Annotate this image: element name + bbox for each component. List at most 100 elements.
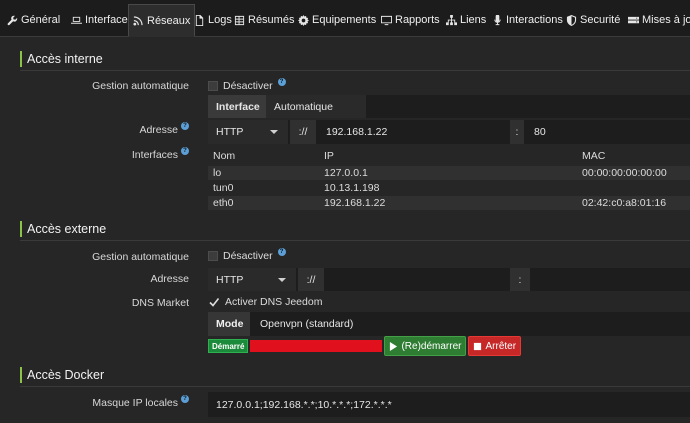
tab-label: Général: [21, 14, 61, 26]
ip-mask-label: Masque IP locales ?: [92, 395, 189, 409]
button-label: (Re)démarrer: [401, 340, 462, 352]
tab-links[interactable]: Liens: [443, 5, 489, 35]
cell-name: lo: [213, 167, 222, 179]
interfaces-table-header: Nom IP MAC: [208, 146, 690, 166]
column-header-ip: IP: [324, 150, 334, 162]
tab-networks[interactable]: Réseaux: [128, 4, 196, 37]
checkbox-box[interactable]: [208, 251, 218, 261]
server-icon: [628, 16, 639, 23]
ip-mask-row: 127.0.0.1;192.168.*.*;10.*.*.*;172.*.*.*: [208, 392, 690, 417]
tab-equipments[interactable]: Equipements: [295, 5, 379, 35]
column-header-name: Nom: [213, 150, 236, 162]
redacted-block: [250, 340, 383, 352]
play-icon: [390, 341, 398, 351]
select-value: HTTP: [216, 273, 244, 286]
help-icon[interactable]: ?: [277, 248, 286, 256]
tab-general[interactable]: Général: [4, 5, 63, 35]
label-text: Gestion automatique: [92, 80, 189, 92]
checkbox-label: Désactiver: [223, 250, 273, 262]
laptop-icon: [71, 16, 82, 24]
tab-updates[interactable]: Mises à jour: [625, 5, 690, 35]
cell-name: tun0: [213, 182, 234, 194]
table-row: lo 127.0.0.1 00:00:00:00:00:00: [208, 166, 690, 180]
tab-label: Interface: [85, 14, 128, 26]
label-text: Gestion automatique: [92, 251, 189, 263]
section-title-external: Accès externe: [20, 221, 106, 237]
protocol-separator: ://: [290, 120, 316, 144]
internal-host-input[interactable]: 192.168.1.22: [318, 120, 510, 144]
internal-disable-checkbox[interactable]: Désactiver ?: [208, 78, 286, 92]
external-address-row: HTTP :// :: [208, 268, 690, 291]
external-address-label: Adresse: [150, 273, 189, 285]
internal-mode-tabs: Interface Automatique: [208, 95, 690, 118]
wrench-icon: [7, 15, 18, 25]
label-text: DNS Market: [131, 297, 189, 309]
label-text: Interfaces: [131, 149, 178, 161]
monitor-icon: [381, 15, 392, 25]
internal-address-label: Adresse ?: [139, 122, 189, 136]
tab-label: Securité: [580, 14, 621, 26]
label-text: Adresse: [150, 273, 189, 285]
table-icon: [234, 15, 245, 25]
divider: [20, 70, 690, 71]
mode-label: Mode: [208, 312, 250, 336]
help-icon[interactable]: ?: [181, 122, 189, 130]
label-text: Adresse: [139, 124, 178, 136]
rss-icon: [133, 16, 143, 26]
help-icon[interactable]: ?: [181, 395, 189, 403]
shield-icon: [566, 14, 577, 26]
cell-mac: 02:42:c0:a8:01:16: [582, 197, 667, 209]
section-title-internal: Accès interne: [20, 51, 103, 67]
help-icon[interactable]: ?: [277, 78, 286, 86]
mode-tab-interface[interactable]: Interface: [208, 95, 266, 118]
tab-label: Equipements: [312, 14, 377, 26]
port-separator: :: [510, 120, 524, 144]
help-icon[interactable]: ?: [181, 147, 189, 155]
label-text: Masque IP locales: [92, 397, 178, 409]
microphone-icon: [494, 14, 501, 25]
divider: [20, 240, 690, 241]
external-protocol-select[interactable]: HTTP: [208, 268, 296, 291]
mode-select[interactable]: Openvpn (standard): [252, 312, 690, 336]
cell-ip: 127.0.0.1: [324, 167, 368, 179]
tab-label: Rapports: [395, 14, 440, 26]
checkmark-icon[interactable]: [208, 296, 220, 308]
tab-label: Mises à jour: [642, 14, 690, 26]
tab-summaries[interactable]: Résumés: [231, 5, 297, 35]
sitemap-icon: [446, 14, 457, 25]
tab-label: Liens: [460, 14, 487, 26]
table-row: eth0 192.168.1.22 02:42:c0:a8:01:16: [208, 196, 690, 210]
tab-logs[interactable]: Logs: [191, 5, 235, 35]
external-disable-checkbox[interactable]: Désactiver ?: [208, 248, 286, 262]
cell-mac: 00:00:00:00:00:00: [582, 167, 667, 179]
gear-icon: [298, 14, 309, 26]
tab-label: Réseaux: [147, 14, 191, 27]
cell-name: eth0: [213, 197, 234, 209]
tab-label: Logs: [208, 14, 232, 26]
chevron-down-icon: [270, 130, 278, 134]
button-label: Arrêter: [485, 340, 517, 352]
file-icon: [195, 14, 204, 26]
divider: [20, 386, 690, 387]
stop-button[interactable]: Arrêter: [468, 336, 522, 356]
tab-interface[interactable]: Interface: [68, 5, 131, 35]
internal-port-input[interactable]: 80: [526, 120, 690, 144]
mode-tab-automatic[interactable]: Automatique: [266, 95, 366, 118]
tab-security[interactable]: Securité: [563, 5, 623, 35]
ip-mask-input[interactable]: 127.0.0.1;192.168.*.*;10.*.*.*;172.*.*.*: [208, 392, 690, 417]
dns-mode-row: Mode Openvpn (standard): [208, 312, 690, 336]
external-port-input[interactable]: [530, 268, 690, 291]
checkbox-box[interactable]: [208, 81, 218, 91]
section-title-docker: Accès Docker: [20, 367, 104, 383]
status-badge: Démarré: [208, 339, 249, 353]
internal-protocol-select[interactable]: HTTP: [208, 120, 288, 144]
external-host-input[interactable]: [326, 268, 510, 291]
dns-status-row: Démarré (Re)démarrer Arrêter: [208, 336, 522, 356]
tab-reports[interactable]: Rapports: [378, 5, 443, 35]
tab-interactions[interactable]: Interactions: [489, 5, 566, 35]
dns-enable-checkbox[interactable]: Activer DNS Jeedom: [208, 296, 322, 308]
restart-button[interactable]: (Re)démarrer: [384, 336, 467, 356]
checkbox-label: Activer DNS Jeedom: [225, 296, 323, 308]
cell-ip: 10.13.1.198: [324, 182, 380, 194]
select-value: HTTP: [216, 126, 244, 138]
